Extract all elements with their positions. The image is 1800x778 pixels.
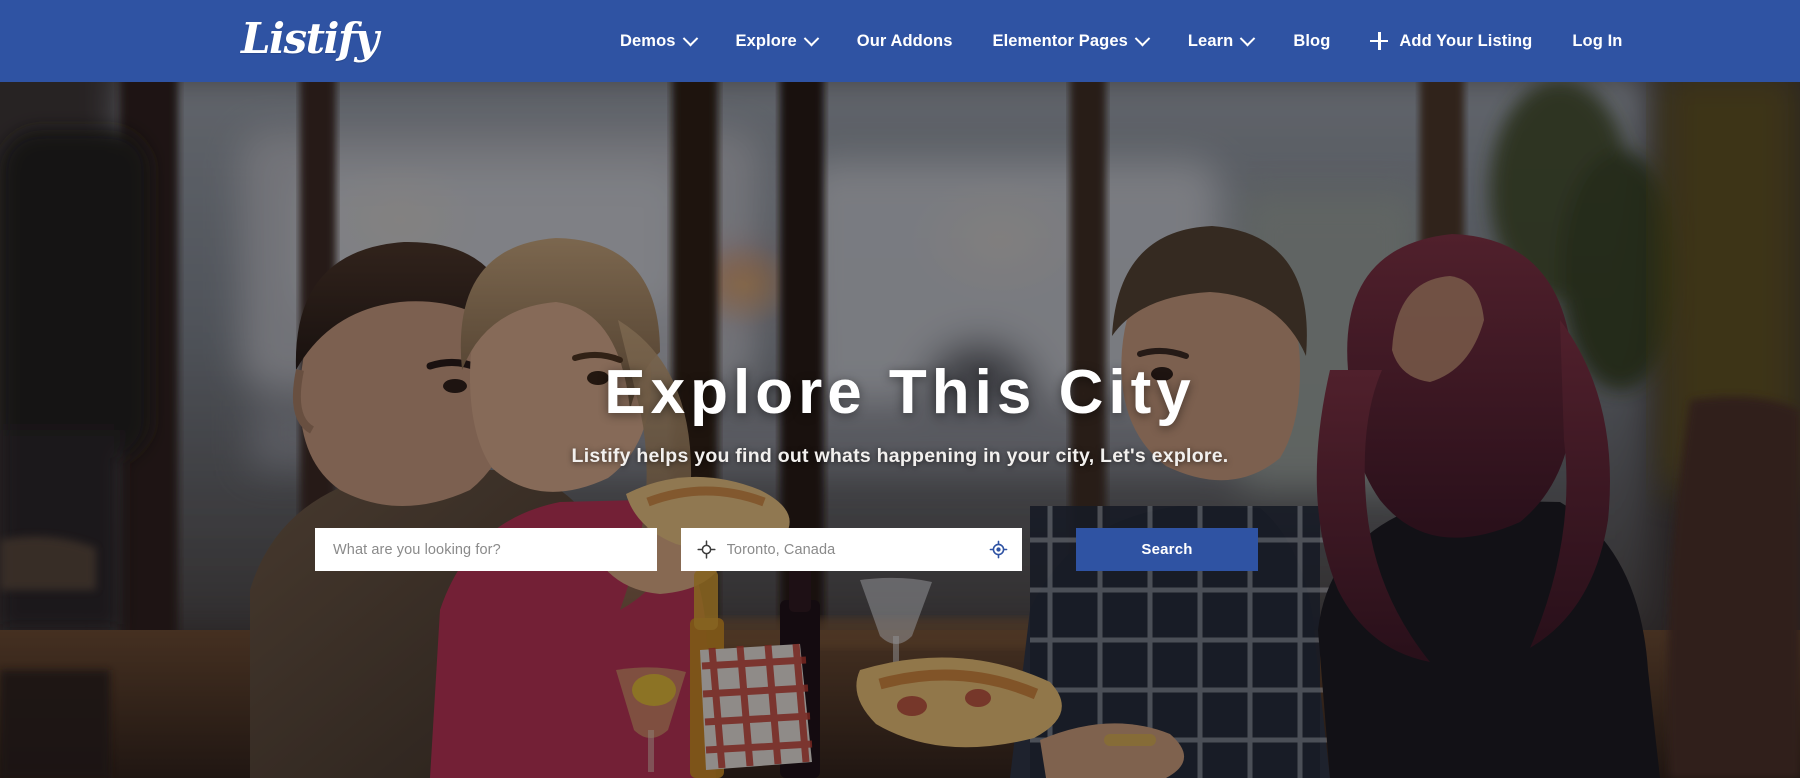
- nav-item-log-in[interactable]: Log In: [1552, 0, 1642, 82]
- search-bar: Search: [315, 528, 1258, 571]
- location-field-wrapper[interactable]: [680, 528, 1022, 571]
- site-header: Listify Demos Explore Our Addons Elementor …: [0, 0, 1800, 82]
- chevron-down-icon: [682, 30, 698, 46]
- nav-item-explore[interactable]: Explore: [716, 0, 837, 82]
- nav-item-label: Elementor Pages: [992, 31, 1128, 50]
- nav-item-learn[interactable]: Learn: [1168, 0, 1273, 82]
- plus-icon: [1370, 32, 1389, 50]
- page-title: Explore This City: [604, 358, 1196, 427]
- hero-content: Explore This City Listify helps you find…: [0, 70, 1800, 778]
- nav-item-our-addons[interactable]: Our Addons: [837, 0, 973, 82]
- chevron-down-icon: [1240, 30, 1256, 46]
- crosshair-target-icon: [697, 540, 716, 559]
- chevron-down-icon: [1134, 30, 1151, 46]
- nav-item-blog[interactable]: Blog: [1273, 0, 1350, 82]
- location-input[interactable]: [726, 541, 981, 558]
- nav-item-label: Demos: [620, 31, 676, 50]
- nav-item-label: Learn: [1187, 31, 1234, 50]
- nav-item-label: Our Addons: [856, 31, 953, 50]
- nav-item-label: Blog: [1293, 31, 1331, 50]
- search-button[interactable]: Search: [1076, 528, 1258, 571]
- nav-item-label: Add Your Listing: [1399, 31, 1533, 50]
- site-logo[interactable]: Listify: [241, 6, 379, 72]
- nav-item-label: Explore: [735, 31, 797, 50]
- nav-item-add-your-listing[interactable]: Add Your Listing: [1350, 0, 1552, 82]
- nav-item-label: Log In: [1572, 31, 1623, 50]
- gps-locate-icon[interactable]: [989, 540, 1008, 559]
- chevron-down-icon: [803, 30, 820, 46]
- main-navigation: Demos Explore Our Addons Elementor Pages Lea…: [600, 0, 1642, 82]
- nav-item-elementor-pages[interactable]: Elementor Pages: [972, 0, 1167, 82]
- search-input[interactable]: [333, 541, 639, 558]
- nav-item-demos[interactable]: Demos: [600, 0, 716, 82]
- hero-subtitle: Listify helps you find out whats happeni…: [571, 445, 1229, 467]
- keyword-field-wrapper[interactable]: [315, 528, 657, 571]
- hero-section: Explore This City Listify helps you find…: [0, 70, 1800, 778]
